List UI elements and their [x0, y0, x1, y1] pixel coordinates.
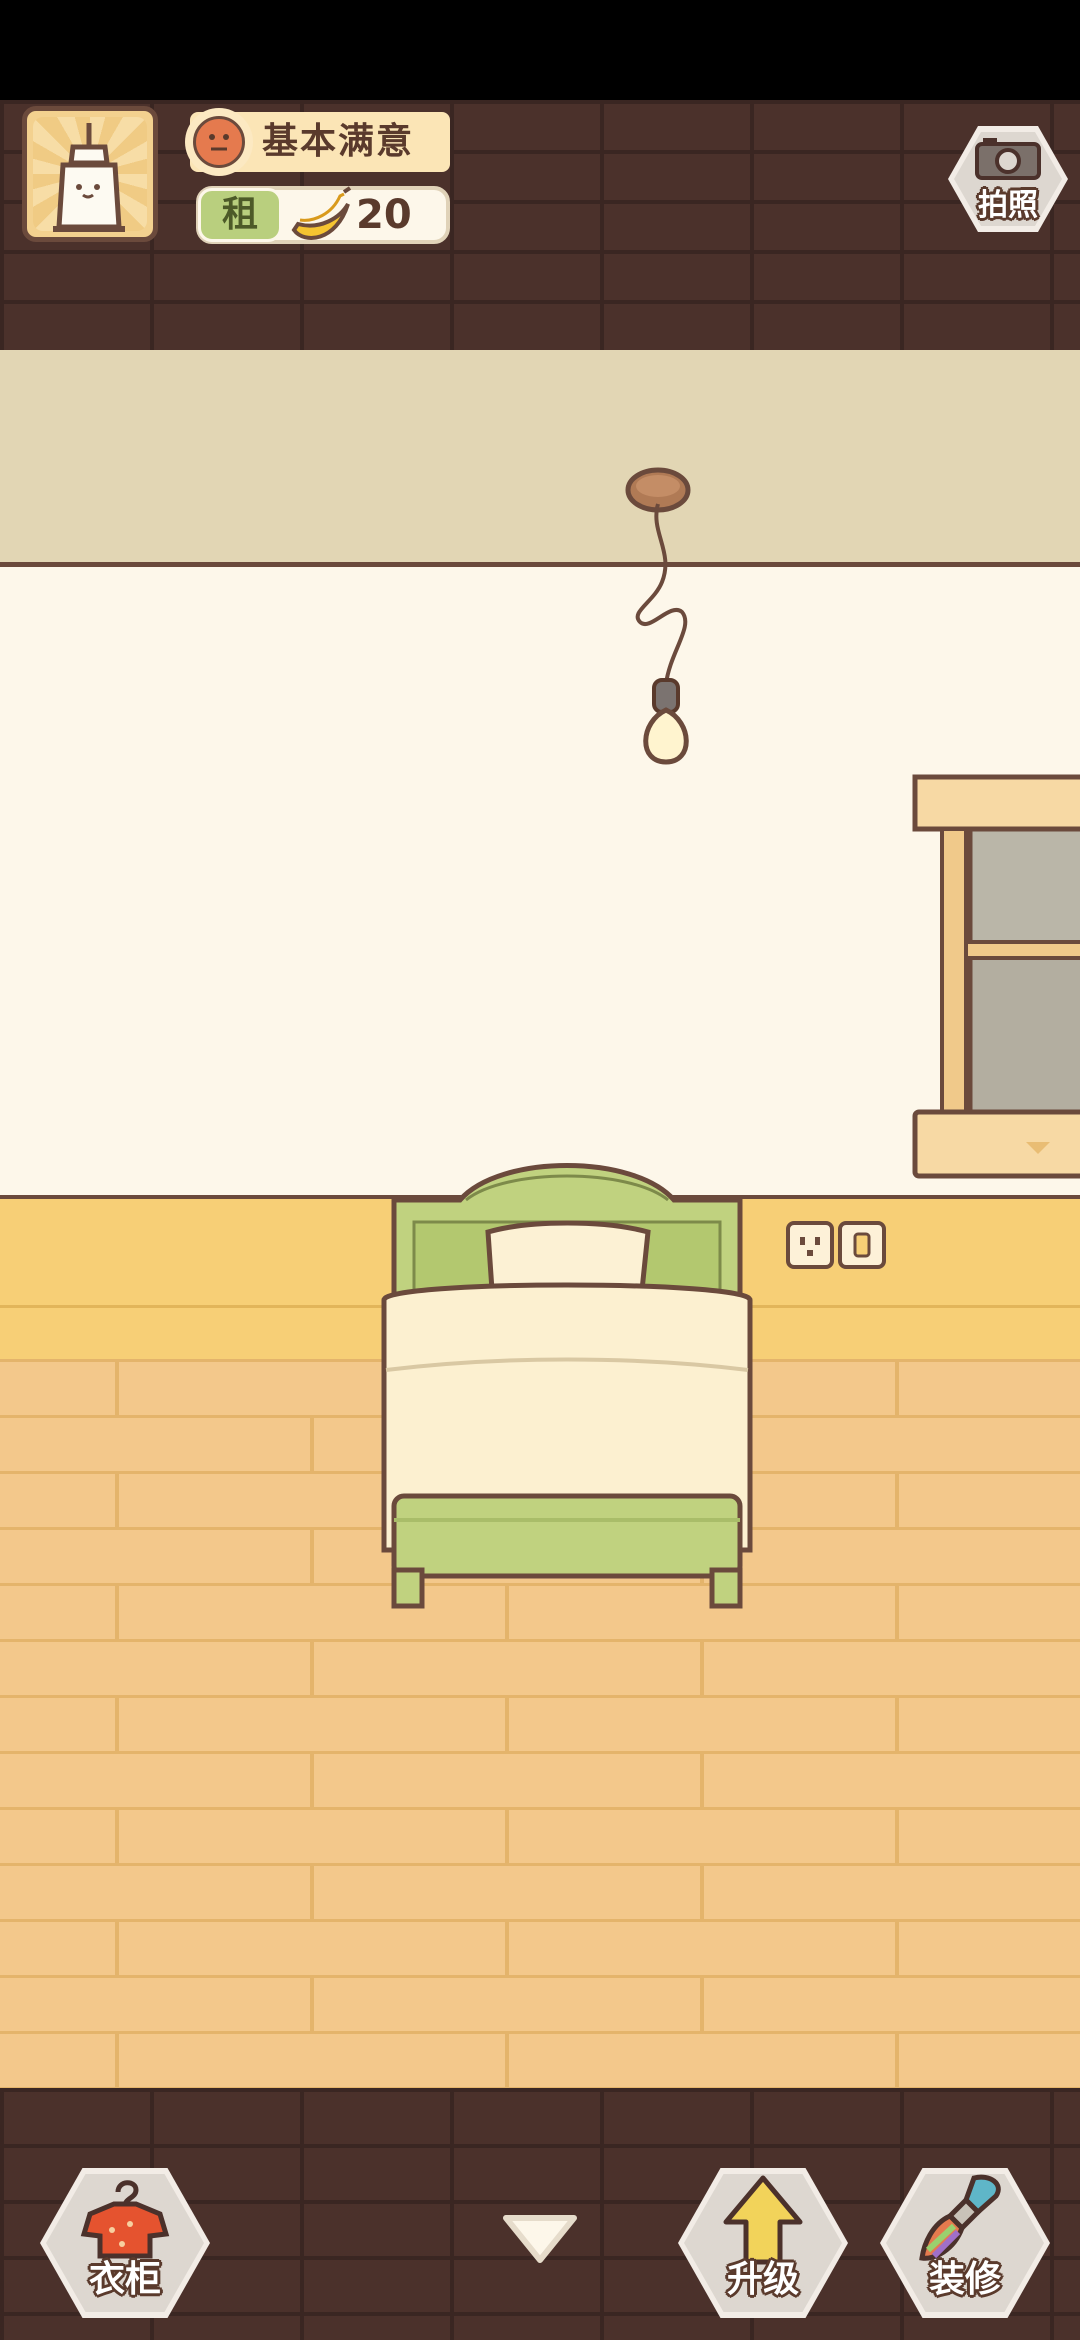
floor-plank-seam: [310, 1751, 314, 1807]
floor-plank-seam: [115, 1919, 119, 1975]
floor-plank-seam: [310, 1527, 314, 1583]
rent-value: 20: [356, 192, 412, 238]
bed[interactable]: [380, 1150, 754, 1616]
floor-plank-seam: [115, 1807, 119, 1863]
rent-badge: 租: [198, 188, 282, 242]
hanging-light-bulb[interactable]: [610, 462, 710, 772]
camera-icon: [975, 138, 1041, 180]
floor-plank-seam: [115, 1695, 119, 1751]
window[interactable]: [910, 772, 1080, 1182]
wall-outlet: [786, 1221, 886, 1269]
floor-plank-seam: [310, 1639, 314, 1695]
tenant-avatar[interactable]: [22, 106, 158, 242]
floor-plank-seam: [505, 1807, 509, 1863]
neutral-face-icon: [185, 108, 253, 176]
floor-plank-seam: [310, 1975, 314, 2031]
floor-plank-seam: [895, 1359, 899, 1415]
floor-plank-seam: [310, 1415, 314, 1471]
floor-plank-seam: [700, 1975, 704, 2031]
floor-plank-seam: [505, 2031, 509, 2087]
floor-plank-seam: [700, 1751, 704, 1807]
floor-plank-seam: [895, 2031, 899, 2087]
floor-plank-seam: [895, 1807, 899, 1863]
floor-plank-seam: [895, 1695, 899, 1751]
floor-plank-seam: [700, 1863, 704, 1919]
floor-plank-seam: [115, 2031, 119, 2087]
chevron-down-icon[interactable]: [498, 2210, 582, 2270]
status-bar: [0, 0, 1080, 100]
floor-plank-seam: [310, 1863, 314, 1919]
satisfaction-label: 基本满意: [262, 121, 415, 162]
banana-icon: [291, 186, 352, 240]
floor-plank-seam: [895, 1471, 899, 1527]
floor-plank-seam: [895, 1919, 899, 1975]
floor-plank-seam: [115, 1359, 119, 1415]
floor-plank-seam: [505, 1695, 509, 1751]
ceiling: [0, 350, 1080, 567]
floor-plank-seam: [895, 1583, 899, 1639]
floor-plank-seam: [505, 1919, 509, 1975]
top-brick-wall: [0, 100, 1080, 350]
floor-plank-seam: [700, 1639, 704, 1695]
floor-plank-seam: [115, 1471, 119, 1527]
floor-plank-seam: [115, 1583, 119, 1639]
